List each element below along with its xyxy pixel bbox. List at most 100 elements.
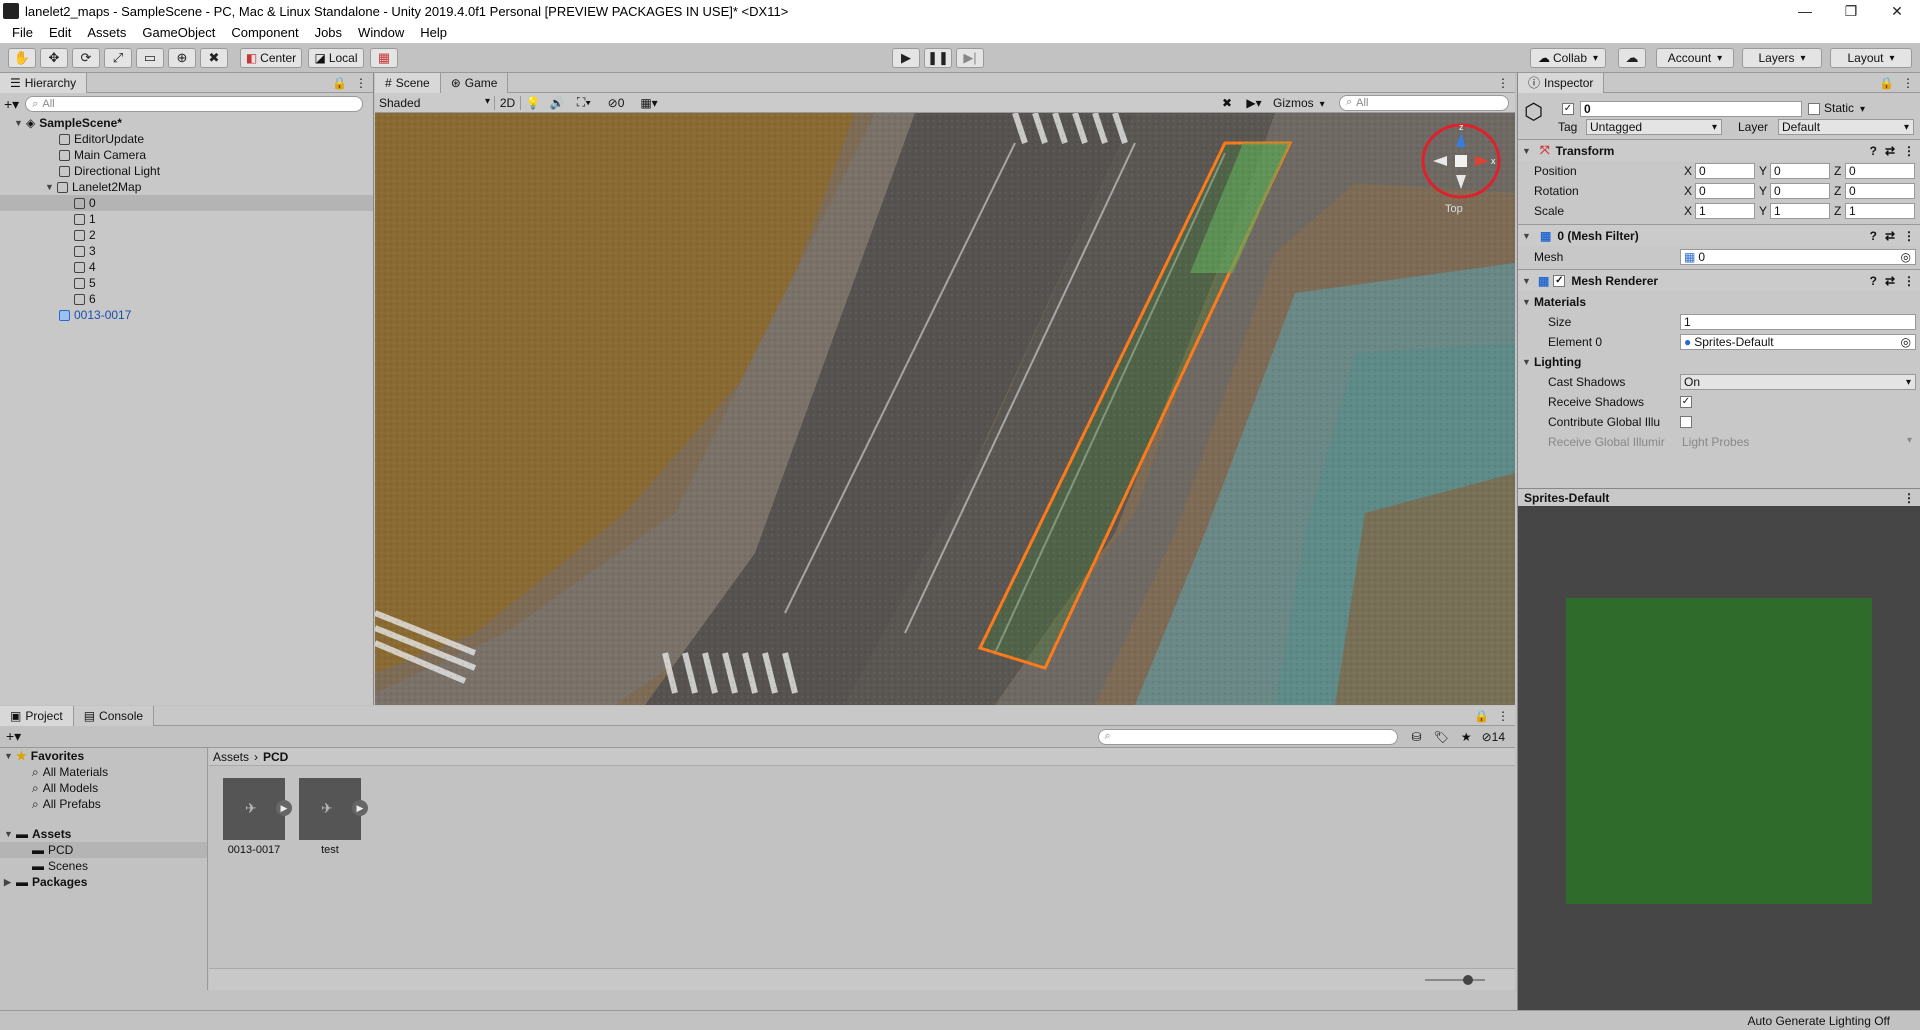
hierarchy-item[interactable]: 4 — [14, 259, 373, 275]
play-button[interactable]: ▶ — [892, 48, 920, 68]
snap-button[interactable]: ▦ — [370, 48, 398, 68]
tab-console[interactable]: ▤ Console — [73, 705, 155, 726]
menu-gameobject[interactable]: GameObject — [134, 25, 223, 40]
expand-arrow-icon[interactable]: ▼ — [45, 182, 57, 192]
effects-dropdown[interactable]: ⛶▾ — [569, 95, 599, 110]
menu-help[interactable]: Help — [412, 25, 455, 40]
more-menu-icon[interactable]: ⋮ — [1902, 76, 1914, 90]
layout-dropdown[interactable]: Layout — [1830, 48, 1912, 68]
asset-file[interactable]: ✈ ▶ test — [299, 778, 368, 856]
shading-mode-dropdown[interactable]: Shaded — [375, 95, 495, 110]
expand-arrow-icon[interactable]: ▼ — [1522, 231, 1534, 241]
close-button[interactable]: ✕ — [1874, 3, 1920, 20]
scale-tool-button[interactable]: ⤢ — [104, 48, 132, 68]
hierarchy-item-prefab[interactable]: 0013-0017 — [14, 307, 373, 323]
materials-foldout[interactable]: ▼ Materials — [1518, 293, 1920, 311]
more-menu-icon[interactable]: ⋮ — [1903, 144, 1915, 158]
tab-project[interactable]: ▣ Project — [0, 705, 74, 726]
menu-file[interactable]: File — [4, 25, 41, 40]
tab-scene[interactable]: # Scene — [375, 72, 441, 93]
position-z-field[interactable]: 0 — [1845, 163, 1915, 179]
mesh-renderer-header[interactable]: ▼ ▦ ✓ Mesh Renderer ? ⇄ ⋮ — [1518, 269, 1920, 291]
help-icon[interactable]: ? — [1870, 229, 1877, 243]
pause-button[interactable]: ❚❚ — [924, 48, 952, 68]
gizmo-axis-x-arrow[interactable] — [1475, 156, 1489, 166]
hidden-objects-toggle[interactable]: ⊘0 — [599, 96, 633, 110]
hidden-packages-toggle[interactable]: ⊘14 — [1482, 730, 1505, 744]
cast-shadows-dropdown[interactable]: On — [1680, 374, 1916, 390]
preset-icon[interactable]: ⇄ — [1885, 229, 1895, 243]
expand-arrow-icon[interactable]: ▼ — [14, 118, 26, 128]
audio-toggle[interactable]: 🔊 — [545, 96, 569, 110]
tab-game[interactable]: ⊛ Game — [440, 72, 509, 93]
lock-icon[interactable]: 🔒 — [1474, 709, 1489, 723]
lighting-foldout[interactable]: ▼ Lighting — [1518, 353, 1920, 371]
rotation-y-field[interactable]: 0 — [1770, 183, 1830, 199]
hierarchy-item[interactable]: Main Camera — [14, 147, 373, 163]
hierarchy-item[interactable]: EditorUpdate — [14, 131, 373, 147]
mesh-field[interactable]: ▦ 0 ◎ — [1680, 249, 1916, 265]
create-plus-icon[interactable]: +▾ — [6, 728, 21, 745]
static-dropdown[interactable]: Static — [1824, 101, 1865, 115]
static-checkbox[interactable] — [1808, 103, 1820, 115]
materials-size-field[interactable]: 1 — [1680, 314, 1916, 330]
gizmo-axis-neg-x-arrow[interactable] — [1433, 156, 1447, 166]
more-menu-icon[interactable]: ⋮ — [1903, 274, 1915, 288]
breadcrumb-current[interactable]: PCD — [263, 750, 288, 764]
active-checkbox[interactable]: ✓ — [1562, 103, 1574, 115]
menu-window[interactable]: Window — [350, 25, 412, 40]
cloud-button[interactable]: ☁ — [1618, 48, 1646, 68]
more-menu-icon[interactable]: ⋮ — [1497, 709, 1509, 723]
expand-play-icon[interactable]: ▶ — [276, 800, 292, 816]
maximize-button[interactable]: ❐ — [1828, 3, 1874, 20]
rotation-z-field[interactable]: 0 — [1845, 183, 1915, 199]
preset-icon[interactable]: ⇄ — [1885, 274, 1895, 288]
layers-dropdown[interactable]: Layers — [1742, 48, 1822, 68]
menu-component[interactable]: Component — [223, 25, 306, 40]
layer-dropdown[interactable]: Default — [1778, 119, 1914, 135]
zoom-slider-thumb[interactable] — [1463, 975, 1473, 985]
more-menu-icon[interactable]: ⋮ — [355, 76, 367, 90]
hand-tool-button[interactable]: ✋ — [8, 48, 36, 68]
transform-tool-button[interactable]: ⊕ — [168, 48, 196, 68]
favorite-item[interactable]: ⌕ All Materials — [0, 764, 207, 780]
favorite-star-icon[interactable]: ★ — [1461, 730, 1472, 744]
expand-arrow-icon[interactable]: ▼ — [1522, 146, 1534, 156]
hierarchy-item[interactable]: 2 — [14, 227, 373, 243]
gizmo-axis-z-arrow[interactable] — [1456, 133, 1466, 147]
step-button[interactable]: ▶| — [956, 48, 984, 68]
menu-assets[interactable]: Assets — [79, 25, 134, 40]
hierarchy-item[interactable]: 6 — [14, 291, 373, 307]
expand-arrow-icon[interactable]: ▼ — [1522, 276, 1534, 286]
hierarchy-item[interactable]: 5 — [14, 275, 373, 291]
hierarchy-item[interactable]: 1 — [14, 211, 373, 227]
rotation-x-field[interactable]: 0 — [1695, 183, 1755, 199]
assets-foldout[interactable]: ▼ ▬ Assets — [0, 826, 207, 842]
contribute-gi-checkbox[interactable] — [1680, 416, 1692, 428]
lock-icon[interactable]: 🔒 — [332, 76, 347, 90]
rotate-tool-button[interactable]: ⟳ — [72, 48, 100, 68]
scene-viewport[interactable]: z x Top — [375, 113, 1515, 705]
hierarchy-search-input[interactable]: ⌕ All — [25, 96, 363, 112]
scene-search-input[interactable]: ⌕ All — [1339, 94, 1509, 111]
gizmo-center-cube[interactable] — [1455, 155, 1467, 167]
camera-dropdown[interactable]: ▶▾ — [1239, 96, 1269, 110]
element-0-field[interactable]: ● Sprites-Default ◎ — [1680, 334, 1916, 350]
account-dropdown[interactable]: Account — [1656, 48, 1734, 68]
search-by-label-icon[interactable]: 🏷 — [1434, 730, 1449, 744]
pivot-local-button[interactable]: ◪ Local — [308, 48, 364, 68]
menu-edit[interactable]: Edit — [41, 25, 79, 40]
scale-z-field[interactable]: 1 — [1845, 203, 1915, 219]
scale-x-field[interactable]: 1 — [1695, 203, 1755, 219]
favorite-item[interactable]: ⌕ All Models — [0, 780, 207, 796]
scene-row[interactable]: ▼ ◈ SampleScene* — [14, 115, 373, 131]
expand-arrow-icon[interactable]: ▼ — [1522, 297, 1534, 307]
menu-jobs[interactable]: Jobs — [307, 25, 350, 40]
asset-file[interactable]: ✈ ▶ 0013-0017 — [223, 778, 292, 856]
asset-folder-selected[interactable]: ▬ PCD — [0, 842, 207, 858]
asset-folder[interactable]: ▬ Scenes — [0, 858, 207, 874]
help-icon[interactable]: ? — [1870, 144, 1877, 158]
pivot-center-button[interactable]: ◧ Center — [240, 48, 302, 68]
custom-tool-button[interactable]: ✖ — [200, 48, 228, 68]
more-menu-icon[interactable]: ⋮ — [1903, 229, 1915, 243]
